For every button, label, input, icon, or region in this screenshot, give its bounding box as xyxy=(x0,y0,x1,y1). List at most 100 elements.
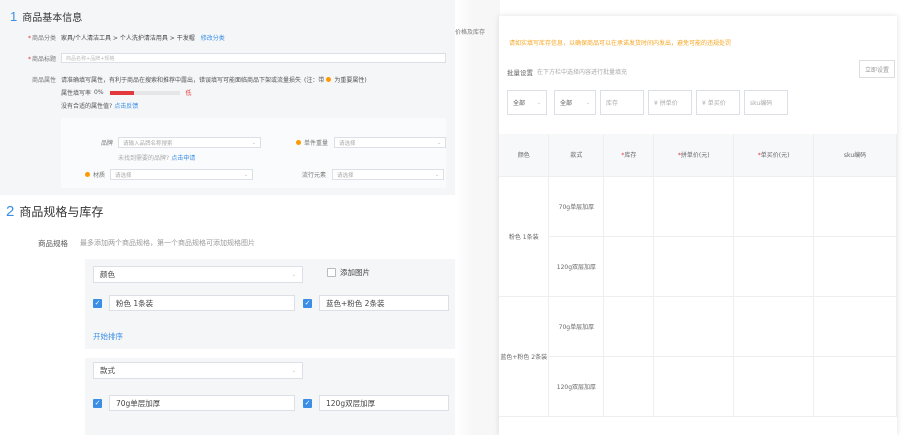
chevron-down-icon: ⌄ xyxy=(291,367,296,374)
basic-info-section: 1 商品基本信息 *商品分类 家具/个人清洁工具 > 个人洗护清洁用具 > 干发… xyxy=(0,0,455,195)
specs-hint: 最多添加两个商品规格，第一个商品规格可添加规格图片 xyxy=(80,239,255,247)
stock-cell[interactable] xyxy=(603,176,655,237)
bulk-sku-input[interactable]: sku编码 xyxy=(744,90,788,115)
sku-code-cell[interactable] xyxy=(813,296,897,357)
group-price-cell[interactable] xyxy=(653,356,735,417)
apply-bulk-button[interactable]: 立即设置 xyxy=(859,60,895,78)
fill-rate-bar xyxy=(109,90,180,95)
bulk-stock-input[interactable]: 库存 xyxy=(600,90,644,115)
panel-divider xyxy=(455,0,500,435)
sku-table: 颜色 款式 *库存 *拼单价(元) *单买价(元) sku编码 粉色 1条装 7… xyxy=(499,134,897,417)
edit-category-link[interactable]: 修改分类 xyxy=(201,33,225,42)
single-price-cell[interactable] xyxy=(733,236,815,297)
material-row: 材质 请选择 ⌄ xyxy=(85,169,254,180)
important-dot-icon xyxy=(85,172,90,177)
spec-name-select[interactable]: 款式 ⌄ xyxy=(93,362,303,379)
group-price-cell[interactable] xyxy=(653,176,735,237)
column-header: 颜色 xyxy=(499,134,550,177)
category-row: *商品分类 家具/个人清洁工具 > 个人洗护清洁用具 > 干发帽 修改分类 xyxy=(27,33,225,42)
attr-hint: 请准确填写属性，有利于商品在搜索和推荐中露出，错误填写可能面临商品下架或流量损失 xyxy=(61,77,302,84)
column-header: *库存 xyxy=(603,134,655,177)
fill-rate-bar-fill xyxy=(109,90,135,95)
section-number: 1 xyxy=(10,9,18,24)
bulk-group-price-input[interactable]: ¥ 拼单价 xyxy=(648,90,692,115)
fill-rate-label: 属性填写率 xyxy=(61,90,92,97)
table-row: 120g双层加厚 xyxy=(499,236,897,297)
missing-attr-row: 没有合适的属性值? 点击反馈 xyxy=(61,101,139,110)
group-price-cell[interactable] xyxy=(653,236,735,297)
section-title: 商品规格与库存 xyxy=(19,205,104,219)
spec-value-checkbox[interactable]: ✓ xyxy=(303,399,312,408)
category-value: 家具/个人清洁工具 > 个人洗护清洁用具 > 干发帽 xyxy=(61,35,195,42)
style-cell: 70g单层加厚 xyxy=(548,176,605,237)
table-header-row: 颜色 款式 *库存 *拼单价(元) *单买价(元) sku编码 xyxy=(499,134,897,177)
spec-value-input[interactable]: 70g单层加厚 xyxy=(109,395,295,411)
title-row: *商品标题 商品名称+品牌+规格 xyxy=(18,53,446,63)
single-price-cell[interactable] xyxy=(733,176,815,237)
column-header: *拼单价(元) xyxy=(653,134,735,177)
bulk-setting-label: 批量设置 xyxy=(507,69,533,77)
brand-missing-row: 未找到需要的品牌? 点击申请 xyxy=(118,153,196,162)
attr-feedback-link[interactable]: 点击反馈 xyxy=(114,101,138,110)
brand-apply-link[interactable]: 点击申请 xyxy=(171,153,195,162)
bulk-single-price-input[interactable]: ¥ 单买价 xyxy=(696,90,740,115)
material-label: 材质 xyxy=(93,172,106,179)
chevron-down-icon: ⌄ xyxy=(434,171,440,178)
style-cell: 120g双层加厚 xyxy=(548,356,605,417)
sku-code-cell[interactable] xyxy=(813,236,897,297)
stock-cell[interactable] xyxy=(603,356,655,417)
chevron-down-icon: ⌄ xyxy=(536,99,541,106)
attr-label: 商品属性 xyxy=(31,77,56,84)
chevron-down-icon: ⌄ xyxy=(436,139,442,146)
spec-value-input[interactable]: 120g双层加厚 xyxy=(319,395,449,411)
spec-value-input[interactable]: 蓝色+粉色 2条装 xyxy=(319,295,449,311)
important-dot-icon xyxy=(326,77,332,82)
spec-value-checkbox[interactable]: ✓ xyxy=(93,299,102,308)
spec-group-color: 颜色 ⌄ 添加图片 ✓ 粉色 1条装 ✓ 蓝色+粉色 2条装 开始排序 xyxy=(85,259,455,349)
single-price-cell[interactable] xyxy=(733,296,815,357)
stock-cell[interactable] xyxy=(603,236,655,297)
category-label: 商品分类 xyxy=(31,35,56,42)
bulk-style-select[interactable]: 全部 ⌄ xyxy=(554,90,596,115)
title-label: 商品标题 xyxy=(31,55,56,63)
add-image-option[interactable]: 添加图片 xyxy=(327,267,370,278)
start-sort-link[interactable]: 开始排序 xyxy=(93,331,123,342)
product-form-left: 1 商品基本信息 *商品分类 家具/个人清洁工具 > 个人洗护清洁用具 > 干发… xyxy=(0,0,470,435)
bulk-color-select[interactable]: 全部 ⌄ xyxy=(507,90,547,115)
spec-value-input[interactable]: 粉色 1条装 xyxy=(109,295,295,311)
spec-value-checkbox[interactable]: ✓ xyxy=(93,399,102,408)
stock-warning: 请如实填写库存信息，以确保商品可以在承诺发货时间内发出，避免可能的违规处罚 xyxy=(509,40,732,47)
stock-cell[interactable] xyxy=(603,296,655,357)
spec-value-checkbox[interactable]: ✓ xyxy=(303,299,312,308)
spec-name-select[interactable]: 颜色 ⌄ xyxy=(93,266,303,283)
section-number: 2 xyxy=(6,203,15,220)
table-row: 120g双层加厚 xyxy=(499,356,897,417)
important-dot-icon xyxy=(296,140,301,145)
section-title: 商品基本信息 xyxy=(22,13,83,24)
material-select[interactable]: 请选择 ⌄ xyxy=(110,169,254,180)
specs-label: 商品规格 xyxy=(38,239,68,248)
weight-select[interactable]: 请选择 ⌄ xyxy=(334,137,447,148)
single-price-cell[interactable] xyxy=(733,356,815,417)
weight-label: 单件重量 xyxy=(304,140,329,147)
specs-title: 2 商品规格与库存 xyxy=(6,203,103,220)
group-price-cell[interactable] xyxy=(653,296,735,357)
sku-code-cell[interactable] xyxy=(813,176,897,237)
chevron-down-icon: ⌄ xyxy=(585,99,590,106)
color-cell: 粉色 1条装 xyxy=(499,176,550,297)
column-header: *单买价(元) xyxy=(733,134,815,177)
fill-rate-value: 0% xyxy=(94,89,104,96)
element-select[interactable]: 请选择 ⌄ xyxy=(332,169,445,180)
basic-info-title: 1 商品基本信息 xyxy=(10,9,82,24)
add-image-checkbox[interactable] xyxy=(327,268,336,277)
fill-rate-row: 属性填写率 0% 低 xyxy=(61,88,192,97)
sku-code-cell[interactable] xyxy=(813,356,897,417)
element-row: 流行元素 请选择 ⌄ xyxy=(302,169,445,180)
column-header: 款式 xyxy=(548,134,605,177)
column-header: sku编码 xyxy=(813,134,897,177)
brand-label: 品牌 xyxy=(100,140,113,147)
bulk-setting-hint: 在下方栏中选择内容进行批量填充 xyxy=(537,69,628,76)
brand-select[interactable]: 请输入品牌名称搜索 ⌄ xyxy=(118,137,261,148)
title-input[interactable]: 商品名称+品牌+规格 xyxy=(61,53,446,63)
color-cell: 蓝色+粉色 2条装 xyxy=(499,296,550,417)
